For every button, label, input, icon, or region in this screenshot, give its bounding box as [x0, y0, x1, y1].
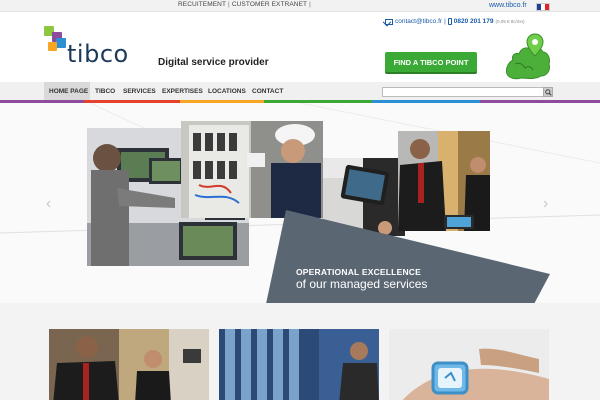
hero-slider: OPERATIONAL EXCELLENCE of our managed se… [0, 103, 600, 303]
customer-extranet-link[interactable]: CUSTOMER EXTRANET [230, 1, 309, 8]
separator: | [444, 18, 446, 25]
nav-home[interactable]: HOME PAGE [44, 82, 90, 102]
phone-number[interactable]: 0820 201 179 [454, 18, 494, 25]
top-links: RECUITEMENT | CUSTOMER EXTRANET | [176, 1, 311, 8]
find-tibco-point-button[interactable]: FIND A TIBCO POINT [385, 52, 477, 72]
hero-photo-electrician [181, 121, 323, 218]
search-button[interactable] [543, 87, 553, 97]
thumb-smartwatch[interactable] [389, 329, 549, 400]
contact-row: contact@tibco.fr | 0820 201 179 (0,09 € … [385, 18, 525, 25]
recruitment-link[interactable]: RECUITEMENT [176, 1, 228, 8]
slider-prev-icon[interactable]: ‹ [46, 196, 56, 212]
search-icon [544, 88, 552, 96]
europe-map-icon[interactable] [501, 30, 553, 82]
contact-email-link[interactable]: contact@tibco.fr [395, 18, 442, 25]
nav-contact[interactable]: CONTACT [252, 82, 283, 102]
slider-next-icon[interactable]: › [543, 196, 553, 212]
search-input[interactable] [382, 87, 544, 97]
nav-tibco[interactable]: TIBCO [95, 82, 115, 102]
hero-slogan: OPERATIONAL EXCELLENCE of our managed se… [296, 266, 427, 290]
top-utility-bar: RECUITEMENT | CUSTOMER EXTRANET | www.tibco… [0, 0, 600, 12]
separator: | [309, 1, 311, 8]
envelope-icon [385, 18, 393, 25]
slogan-line-2: of our managed services [296, 277, 428, 291]
logo-text[interactable]: tibco [67, 40, 129, 68]
phone-icon [447, 18, 452, 25]
nav-locations[interactable]: LOCATIONS [208, 82, 246, 102]
tagline: Digital service provider [158, 57, 269, 68]
thumb-datacenter[interactable] [219, 329, 379, 400]
french-flag-icon[interactable] [536, 3, 550, 11]
nav-expertises[interactable]: EXPERTISES [162, 82, 203, 102]
phone-price: (0,09 € ttc/mn) [495, 19, 525, 24]
thumb-team[interactable] [49, 329, 209, 400]
featured-thumbnails [0, 303, 600, 400]
nav-services[interactable]: SERVICES [123, 82, 156, 102]
site-link[interactable]: www.tibco.fr [489, 2, 527, 9]
